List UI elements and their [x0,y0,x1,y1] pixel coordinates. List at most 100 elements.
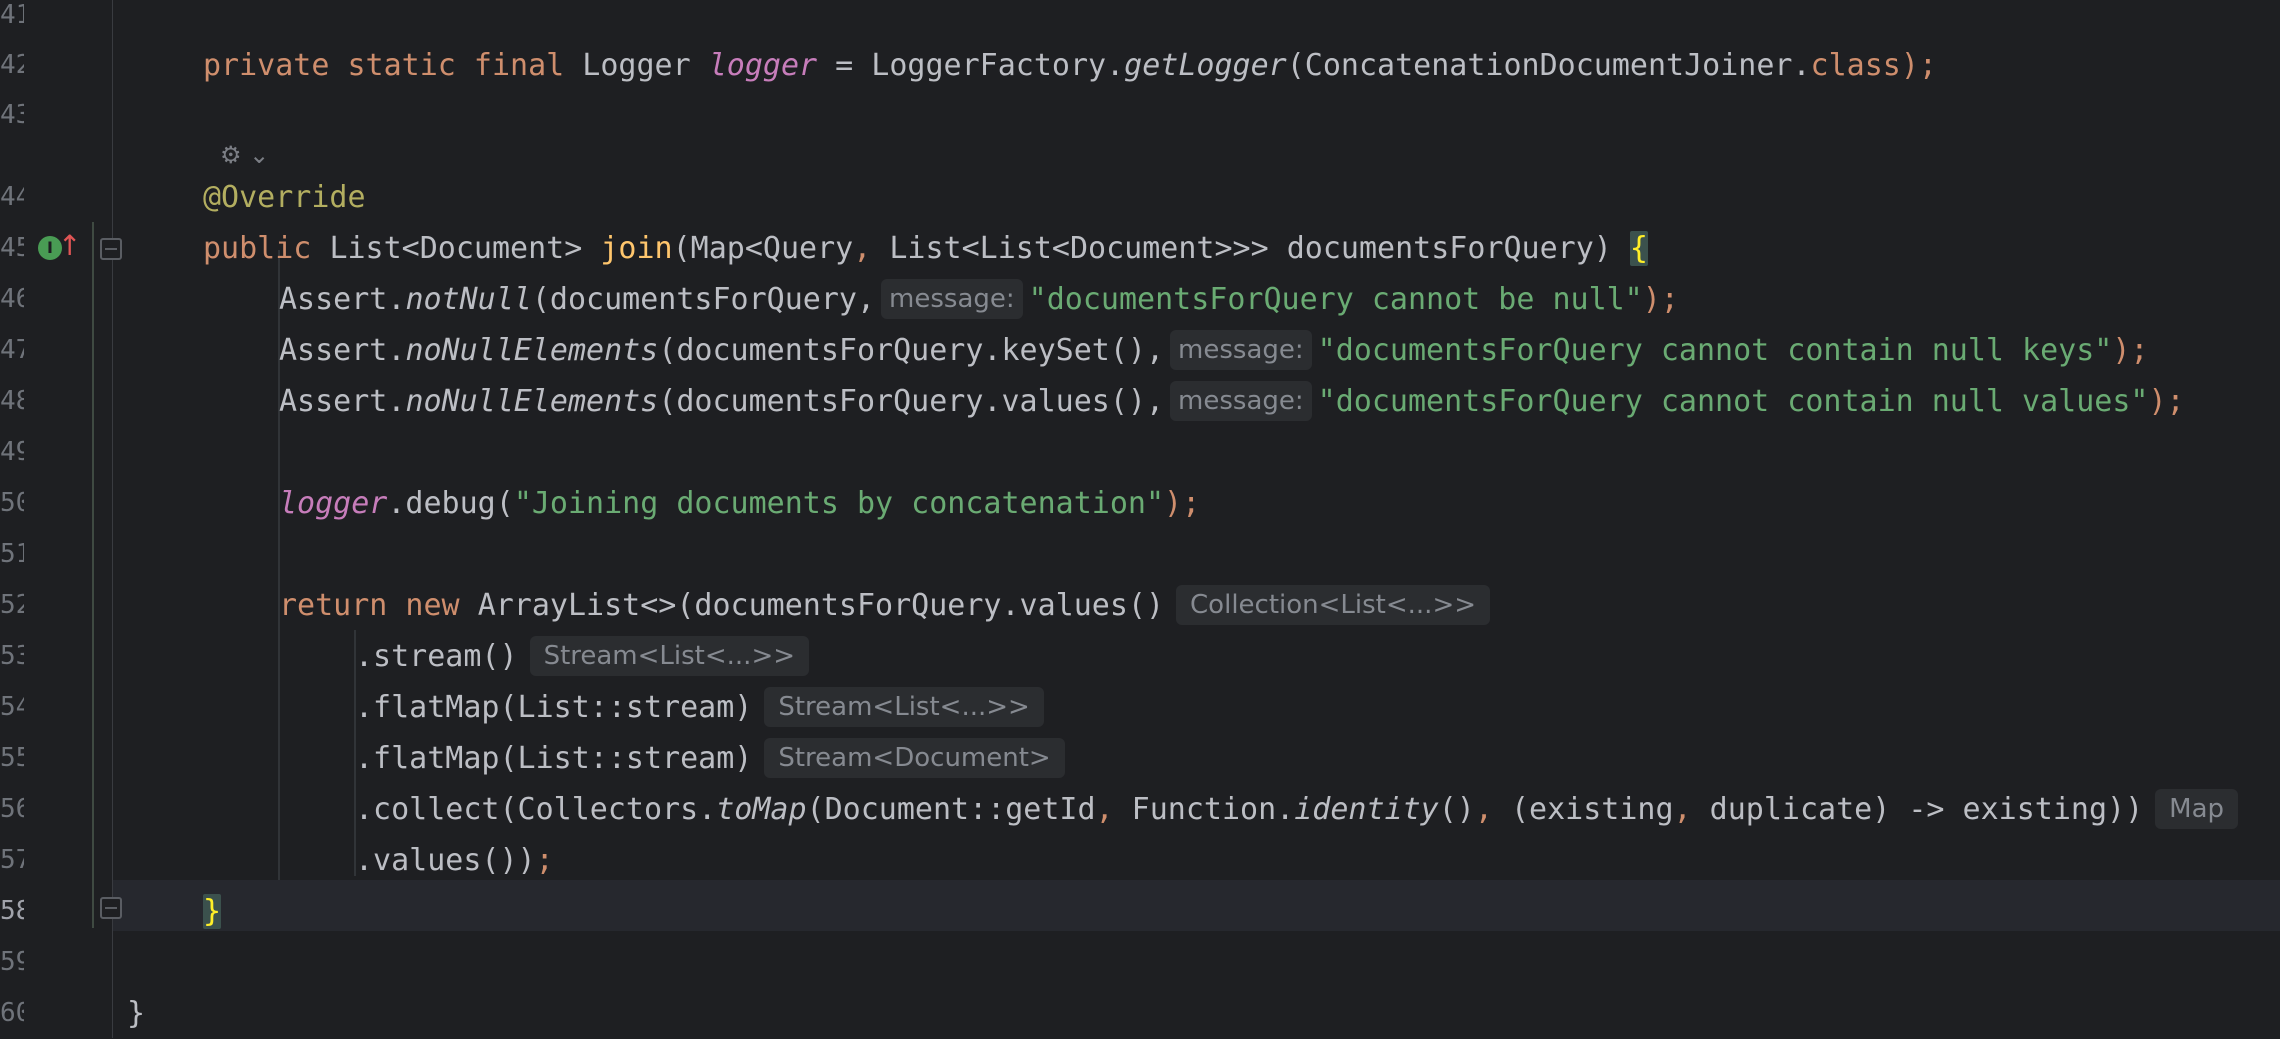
method-call: toMap [716,792,807,827]
punctuation: ); [2112,333,2149,368]
field-name: logger [708,48,818,83]
keyword: return new [279,588,478,623]
code-text: (documentsForQuery, [531,282,876,317]
line-number: 47 [0,335,24,365]
punctuation: ); [1164,486,1201,521]
line-number: 59 [0,947,24,977]
code-line-50[interactable]: logger.debug("Joining documents by conca… [279,478,1200,529]
code-text: (Document::getId [806,792,1096,827]
parameter-hint: message: [1170,380,1312,421]
code-text: (existing [1492,792,1674,827]
line-number: 42 [0,50,24,80]
code-text: .flatMap(List::stream) [355,690,753,725]
code-text: Assert. [279,333,406,368]
method-call: noNullElements [405,384,659,419]
line-number: 41 [0,0,24,30]
type-hint: Map [2155,788,2239,829]
code-text: (documentsForQuery.values(), [658,384,1165,419]
fold-icon[interactable] [100,897,122,919]
line-number: 45 [0,233,24,263]
type-hint: Stream<List<...>> [764,686,1044,727]
code-text: () [1438,792,1475,827]
keyword: class [1810,48,1901,83]
code-line-48[interactable]: Assert.noNullElements(documentsForQuery.… [279,376,2185,427]
line-number: 60 [0,998,24,1028]
parameter-hint: message: [1170,329,1312,370]
code-line-53[interactable]: .stream() Stream<List<...>> [355,631,810,682]
method-call: getLogger [1124,48,1287,83]
code-text: Function. [1113,792,1295,827]
fold-icon[interactable] [100,238,122,260]
code-text: .stream() [355,639,518,674]
code-line-52[interactable]: return new ArrayList<>(documentsForQuery… [279,580,1491,631]
method-call: notNull [405,282,532,317]
parameter-hint: message: [881,278,1023,319]
code-text: = LoggerFactory. [817,48,1125,83]
punctuation: ); [2148,384,2185,419]
type-name: Logger [582,48,709,83]
punctuation: ; [535,843,554,878]
string-literal: "documentsForQuery cannot be null" [1028,282,1643,317]
ai-assistant-icon[interactable]: ⚙ [220,141,242,169]
code-line-46[interactable]: Assert.notNull(documentsForQuery, message… [279,274,1679,325]
line-number: 46 [0,284,24,314]
line-number: 50 [0,488,24,518]
type-name: List<Document> [329,231,601,266]
code-text: .flatMap(List::stream) [355,741,753,776]
keyword: private static final [203,48,583,83]
method-call: noNullElements [405,333,659,368]
code-line-54[interactable]: .flatMap(List::stream) Stream<List<...>> [355,682,1044,733]
code-text: Assert. [279,282,406,317]
code-line-56[interactable]: .collect(Collectors.toMap(Document::getI… [355,784,2239,835]
code-text: (documentsForQuery.keySet(), [658,333,1165,368]
current-line-highlight [113,880,2280,931]
code-text: .values()) [355,843,536,878]
code-line-60[interactable]: } [127,988,145,1039]
field-name: logger [279,486,388,521]
code-text: ArrayList<>(documentsForQuery.values() [477,588,1165,623]
code-line-47[interactable]: Assert.noNullElements(documentsForQuery.… [279,325,2149,376]
line-number: 44 [0,182,24,212]
up-arrow-icon[interactable]: ↑ [58,232,81,260]
punctuation: , [853,231,872,266]
string-literal: "documentsForQuery cannot contain null v… [1317,384,2149,419]
matched-brace: } [203,894,222,929]
string-literal: "documentsForQuery cannot contain null k… [1317,333,2113,368]
line-number: 49 [0,437,24,467]
line-number: 48 [0,386,24,416]
type-hint: Stream<Document> [764,737,1065,778]
type-hint: Stream<List<...>> [529,635,810,676]
code-text: duplicate) -> existing)) [1691,792,2144,827]
matched-brace: { [1629,231,1648,266]
chevron-down-icon[interactable]: ⌄ [249,141,269,169]
code-text: .debug( [387,486,514,521]
line-number: 51 [0,539,24,569]
code-line-58[interactable]: } [203,886,222,937]
ai-assistant-widget[interactable]: ⚙ ⌄ [220,140,269,170]
line-number: 57 [0,845,24,875]
method-declaration: join [600,231,673,266]
line-number: 55 [0,743,24,773]
code-line-55[interactable]: .flatMap(List::stream) Stream<Document> [355,733,1065,784]
punctuation: , [1673,792,1692,827]
line-number: 54 [0,692,24,722]
code-text: List<List<Document>>> documentsForQuery) [871,231,1630,266]
code-line-57[interactable]: .values()); [355,835,554,886]
code-text: (Map<Query [672,231,854,266]
vcs-change-marker[interactable] [92,222,94,928]
string-literal: "Joining documents by concatenation" [513,486,1165,521]
line-number: 56 [0,794,24,824]
code-line-45[interactable]: public List<Document> join(Map<Query, Li… [203,223,1648,274]
method-call: identity [1294,792,1439,827]
type-hint: Collection<List<...>> [1176,584,1491,625]
line-number-current: 58 [0,896,24,926]
code-text: Assert. [279,384,406,419]
punctuation: ); [1900,48,1937,83]
line-number: 53 [0,641,24,671]
keyword: public [203,231,330,266]
code-text: .collect(Collectors. [355,792,717,827]
punctuation: ); [1642,282,1679,317]
punctuation: , [1474,792,1493,827]
code-line-42[interactable]: private static final Logger logger = Log… [203,40,1937,91]
code-line-44[interactable]: @Override [203,172,366,223]
